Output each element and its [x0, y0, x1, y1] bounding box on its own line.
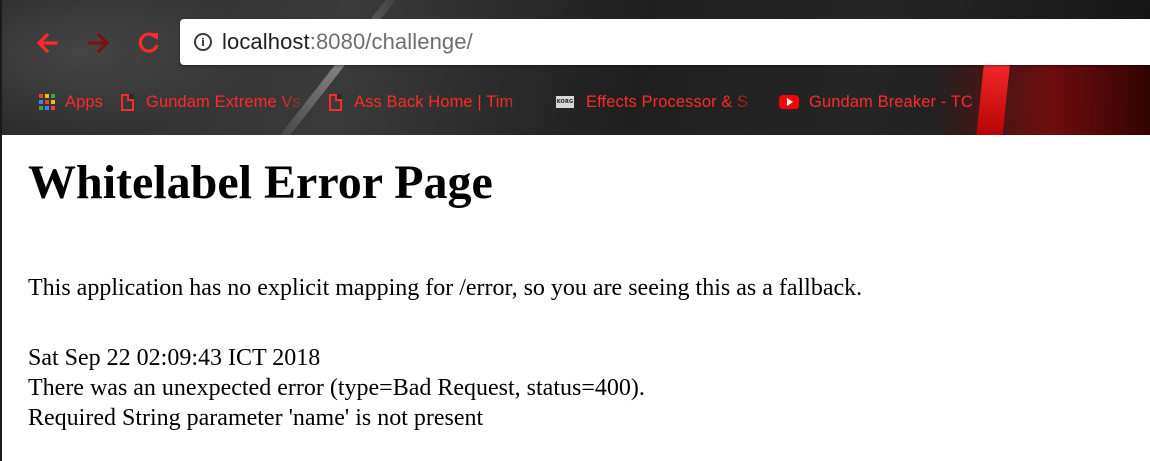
page-icon: [121, 93, 135, 111]
info-icon[interactable]: i: [194, 33, 212, 51]
reload-icon: [138, 32, 159, 53]
bookmark-label: Apps: [65, 92, 104, 111]
page-icon: [329, 93, 343, 111]
url-path: :8080/challenge/: [309, 29, 473, 54]
browser-window: i localhost:8080/challenge/ Apps Gundam …: [0, 0, 1150, 461]
url-host: localhost: [222, 29, 310, 54]
reload-button[interactable]: [134, 28, 164, 58]
apps-grid-icon: [39, 94, 55, 110]
page-content: Whitelabel Error Page This application h…: [2, 135, 1150, 461]
error-detail-line: Required String parameter 'name' is not …: [28, 405, 484, 431]
korg-icon: KORG: [556, 96, 575, 108]
bookmarks-bar: Apps Gundam Extreme Vs Ass Back Home | T…: [2, 82, 1150, 122]
bookmark-apps[interactable]: Apps: [39, 82, 103, 122]
bookmark-label: Effects Processor & S: [586, 92, 749, 111]
error-status-line: There was an unexpected error (type=Bad …: [28, 375, 645, 401]
page-title: Whitelabel Error Page: [28, 156, 493, 209]
forward-arrow-icon: [88, 32, 110, 54]
bookmark-label: Ass Back Home | Tim: [354, 92, 514, 111]
forward-button[interactable]: [84, 28, 114, 58]
back-button[interactable]: [32, 28, 62, 58]
bookmark-gundam-breaker[interactable]: Gundam Breaker - TC: [779, 82, 1009, 122]
bookmark-gundam-extreme-vs[interactable]: Gundam Extreme Vs: [121, 82, 311, 122]
bookmark-ass-back-home[interactable]: Ass Back Home | Tim: [329, 82, 538, 122]
bookmark-label: Gundam Breaker - TC: [809, 92, 973, 111]
error-message: This application has no explicit mapping…: [28, 275, 863, 301]
bookmark-effects-processor[interactable]: KORG Effects Processor & S: [556, 82, 761, 122]
url-text[interactable]: localhost:8080/challenge/: [222, 29, 473, 55]
error-details: Sat Sep 22 02:09:43 ICT 2018 There was a…: [28, 343, 645, 433]
bookmark-label: Gundam Extreme Vs: [146, 92, 301, 111]
browser-chrome: i localhost:8080/challenge/ Apps Gundam …: [2, 0, 1150, 135]
youtube-icon: [779, 95, 800, 109]
address-bar[interactable]: i localhost:8080/challenge/: [180, 19, 1150, 65]
error-timestamp: Sat Sep 22 02:09:43 ICT 2018: [28, 345, 321, 371]
back-arrow-icon: [36, 32, 58, 54]
